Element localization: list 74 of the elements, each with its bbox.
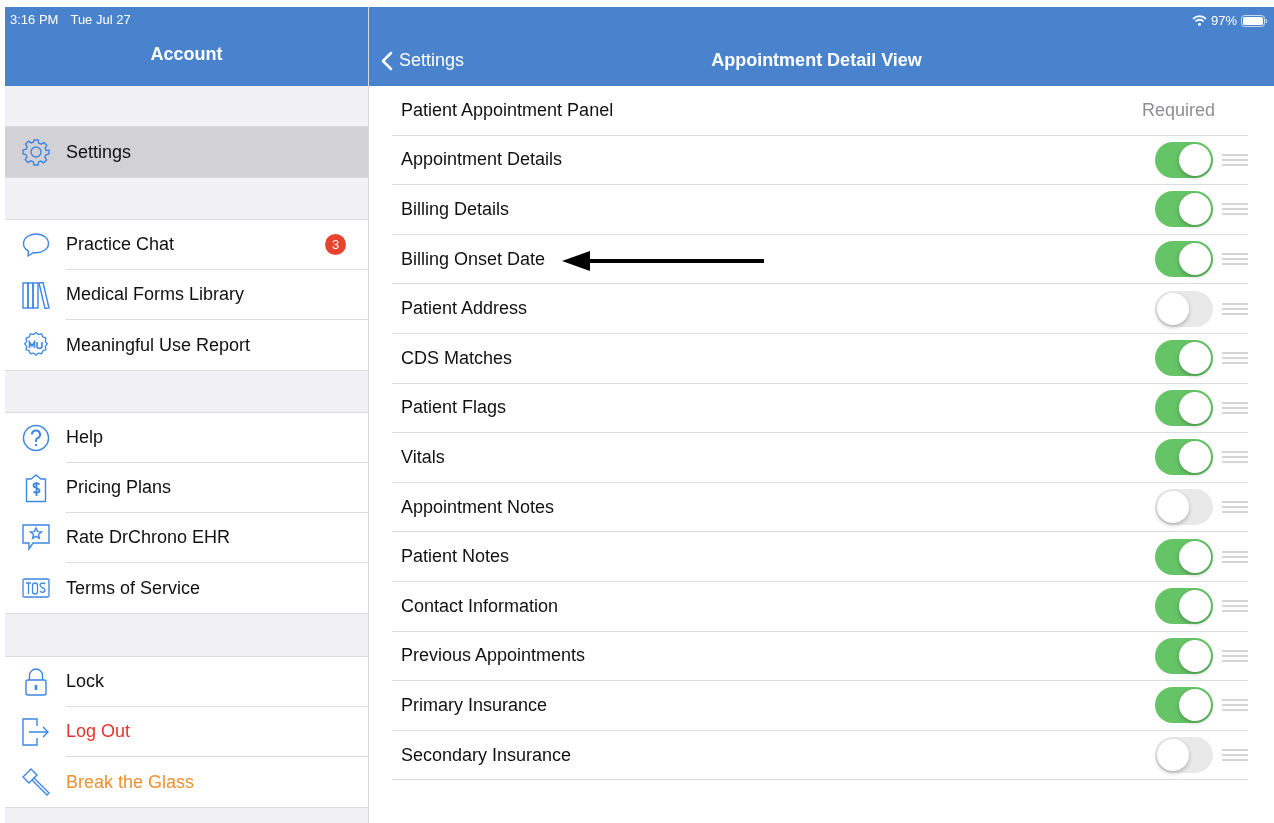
drag-handle-icon[interactable] (1222, 649, 1248, 662)
row-label: Primary Insurance (401, 693, 548, 717)
row-label: CDS Matches (401, 346, 513, 370)
toggle-switch[interactable] (1155, 290, 1213, 327)
drag-handle-icon[interactable] (1222, 302, 1248, 315)
item-label: Settings (66, 140, 133, 164)
item-label: Practice Chat (66, 233, 176, 256)
row-label: Contact Information (401, 594, 559, 618)
sidebar-item[interactable]: Settings (5, 127, 368, 177)
drag-handle-icon[interactable] (1222, 451, 1248, 464)
back-button[interactable]: Settings (381, 47, 465, 74)
exit-arrow-icon (22, 718, 50, 746)
star-bubble-icon (22, 524, 50, 552)
item-label: Terms of Service (66, 576, 202, 600)
row-label: Vitals (401, 445, 445, 469)
status-date: Tue Jul 27 (70, 11, 131, 29)
notification-badge: 3 (325, 234, 346, 255)
item-label: Meaningful Use Report (66, 333, 252, 357)
toggle-switch[interactable] (1155, 538, 1213, 575)
row-label: Patient Notes (401, 545, 510, 569)
hammer-icon (22, 768, 50, 796)
price-tag-icon (25, 473, 47, 503)
toggle-switch[interactable] (1155, 340, 1213, 377)
toggle-switch[interactable] (1155, 191, 1213, 228)
row-label: Billing Onset Date (401, 247, 546, 271)
required-label: Required (1141, 98, 1216, 122)
row-label: Appointment Notes (401, 495, 555, 519)
row-label: Previous Appointments (401, 644, 586, 668)
tos-label-icon (22, 578, 50, 598)
item-label: Lock (66, 670, 106, 693)
row-label: Appointment Details (401, 148, 563, 172)
row-label: Patient Appointment Panel (401, 98, 614, 122)
drag-handle-icon[interactable] (1222, 749, 1248, 761)
drag-handle-icon[interactable] (1222, 550, 1248, 563)
drag-handle-icon[interactable] (1222, 699, 1248, 712)
toggle-switch[interactable] (1155, 241, 1213, 278)
drag-handle-icon[interactable] (1222, 153, 1248, 166)
row-label: Billing Details (401, 198, 510, 221)
wifi-icon (1191, 15, 1207, 27)
item-label: Rate DrChrono EHR (66, 526, 232, 549)
drag-handle-icon[interactable] (1222, 352, 1248, 365)
battery-percentage: 97% (1210, 12, 1237, 30)
gear-icon (22, 138, 50, 166)
row-label: Patient Address (401, 297, 528, 321)
drag-handle-icon[interactable] (1222, 401, 1248, 414)
padlock-icon (24, 668, 48, 696)
item-label: Help (66, 426, 105, 449)
speech-bubble-icon (22, 232, 50, 258)
drag-handle-icon[interactable] (1222, 203, 1248, 216)
badge-icon (22, 331, 50, 359)
toggle-switch[interactable] (1155, 141, 1213, 178)
item-label: Break the Glass (66, 770, 196, 794)
status-time: 3:16 PM (10, 11, 59, 29)
toggle-switch[interactable] (1155, 489, 1213, 526)
battery-icon (1241, 14, 1268, 27)
item-label: Medical Forms Library (66, 283, 246, 306)
toggle-switch[interactable] (1155, 687, 1213, 724)
drag-handle-icon[interactable] (1222, 501, 1248, 514)
row-label: Patient Flags (401, 396, 507, 420)
item-label: Pricing Plans (66, 476, 173, 499)
item-label: Log Out (66, 720, 132, 743)
toggle-switch[interactable] (1155, 737, 1213, 773)
question-circle-icon (22, 424, 50, 452)
page-title: Appointment Detail View (711, 49, 922, 72)
toggle-switch[interactable] (1155, 588, 1213, 625)
chevron-left-icon (381, 50, 393, 71)
toggle-switch[interactable] (1155, 637, 1213, 674)
toggle-switch[interactable] (1155, 389, 1213, 426)
toggle-switch[interactable] (1155, 439, 1213, 476)
row-label: Secondary Insurance (401, 743, 572, 767)
drag-handle-icon[interactable] (1222, 253, 1248, 266)
sidebar-title: Account (150, 43, 223, 67)
drag-handle-icon[interactable] (1222, 600, 1248, 613)
books-icon (22, 281, 50, 309)
